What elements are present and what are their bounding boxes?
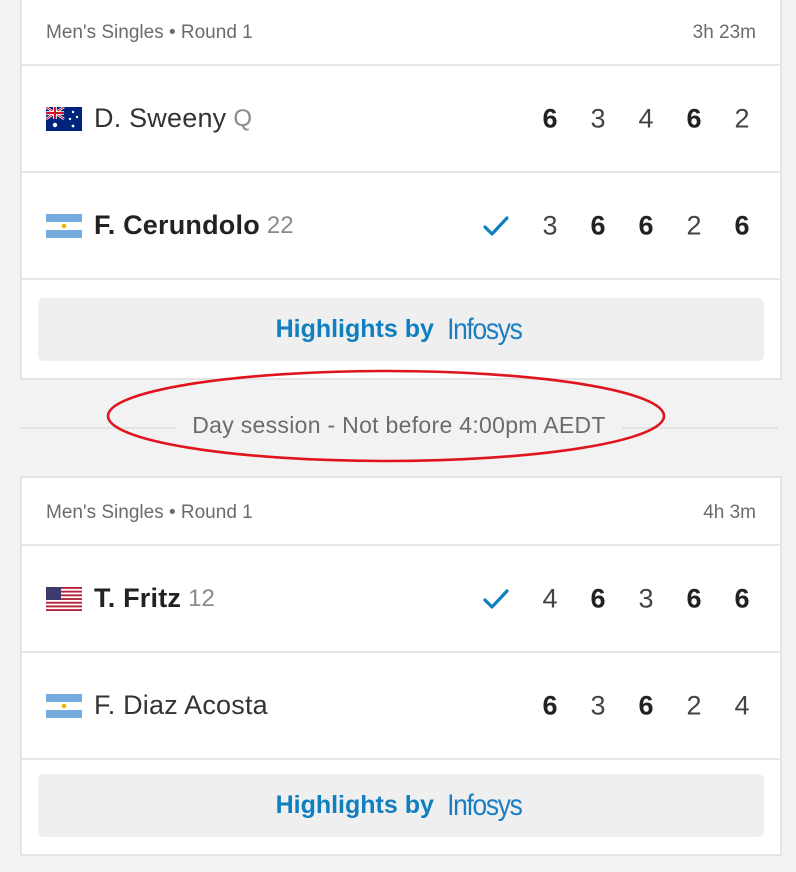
set-score: 6	[734, 210, 750, 240]
player-row: T. Fritz 12 4 6 3 6 6	[22, 546, 780, 653]
set-score: 2	[734, 103, 750, 133]
match-card-1[interactable]: Men's Singles • Round 1 3h 23m D. Sweeny…	[20, 0, 782, 380]
set-score: 6	[590, 583, 606, 613]
set-score: 6	[542, 103, 558, 133]
argentina-flag-icon	[46, 213, 82, 238]
session-label: Day session - Not before 4:00pm AEDT	[176, 412, 622, 438]
checkmark-icon	[482, 214, 510, 238]
match-event-label: Men's Singles • Round 1	[46, 502, 253, 523]
session-divider: Day session - Not before 4:00pm AEDT	[20, 388, 778, 468]
player-row: F. Cerundolo 22 3 6 6 2 6	[22, 173, 780, 280]
match-duration: 3h 23m	[692, 22, 756, 43]
player-seed: Q	[233, 104, 253, 132]
set-scores: 6 3 4 6 2	[526, 103, 766, 134]
highlights-label: Highlights by	[275, 315, 434, 343]
set-score: 3	[590, 690, 606, 720]
set-score: 3	[638, 583, 654, 613]
player-name[interactable]: T. Fritz	[94, 583, 181, 614]
set-score: 6	[590, 210, 606, 240]
highlights-button[interactable]: Highlights by Infosys	[38, 774, 764, 837]
set-scores: 4 6 3 6 6	[526, 583, 766, 614]
set-score: 4	[734, 690, 750, 720]
set-score: 6	[686, 103, 702, 133]
infosys-logo: Infosys	[446, 788, 523, 822]
player-name[interactable]: F. Cerundolo	[94, 210, 260, 241]
player-seed: 12	[188, 584, 215, 612]
set-score: 3	[542, 210, 558, 240]
set-score: 6	[542, 690, 558, 720]
highlights-button[interactable]: Highlights by Infosys	[38, 298, 764, 361]
match-event-label: Men's Singles • Round 1	[46, 22, 253, 43]
player-name[interactable]: F. Diaz Acosta	[94, 690, 268, 721]
usa-flag-icon	[46, 586, 82, 611]
match-card-2[interactable]: Men's Singles • Round 1 4h 3m T. Fritz 1…	[20, 476, 782, 856]
match-header: Men's Singles • Round 1 4h 3m	[22, 478, 780, 546]
set-scores: 3 6 6 2 6	[526, 210, 766, 241]
set-score: 6	[734, 583, 750, 613]
checkmark-icon	[482, 587, 510, 611]
match-header: Men's Singles • Round 1 3h 23m	[22, 0, 780, 66]
player-name[interactable]: D. Sweeny	[94, 103, 226, 134]
set-score: 2	[686, 690, 702, 720]
player-seed: 22	[266, 211, 294, 239]
infosys-logo: Infosys	[446, 312, 523, 346]
australia-flag-icon	[46, 106, 82, 131]
set-score: 6	[638, 690, 654, 720]
argentina-flag-icon	[46, 693, 82, 718]
highlights-label: Highlights by	[275, 791, 434, 819]
set-scores: 6 3 6 2 4	[526, 690, 766, 721]
set-score: 6	[686, 583, 702, 613]
set-score: 6	[638, 210, 654, 240]
player-row: D. Sweeny Q 6 3 4 6 2	[22, 66, 780, 173]
set-score: 3	[590, 103, 606, 133]
player-row: F. Diaz Acosta 6 3 6 2 4	[22, 653, 780, 760]
match-duration: 4h 3m	[703, 502, 756, 523]
set-score: 4	[638, 103, 654, 133]
set-score: 2	[686, 210, 702, 240]
set-score: 4	[542, 583, 558, 613]
